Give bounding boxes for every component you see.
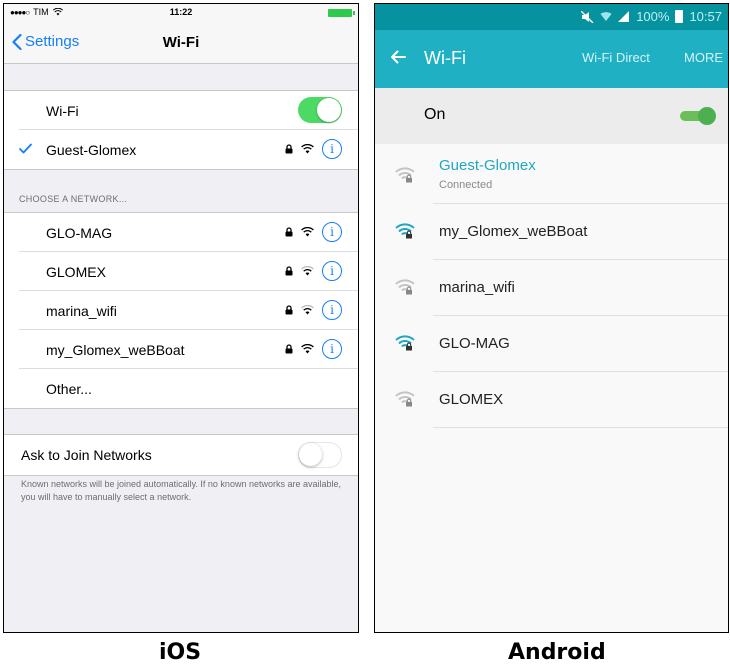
arrow-left-icon[interactable] [389, 48, 407, 66]
network-list: Guest-Glomex Connected my_Glomex_weBBoat… [375, 148, 728, 428]
other-network-row[interactable]: Other... [4, 369, 358, 408]
info-icon[interactable]: i [322, 222, 342, 242]
connected-network-name: Guest-Glomex [46, 141, 137, 158]
network-name: GLOMEX [46, 263, 106, 280]
android-status-bar: 100% 10:57 [375, 4, 728, 30]
ios-status-bar: ●●●●○ TIM 11:22 [4, 4, 358, 22]
android-caption: Android [508, 640, 606, 665]
ios-screen: ●●●●○ TIM 11:22 Settings Wi-Fi Wi-Fi Gue… [3, 3, 359, 633]
battery-percent: 100% [636, 9, 670, 24]
wifi-on-row: On [375, 88, 728, 144]
page-title: Wi-Fi [424, 48, 466, 68]
wifi-signal-icon [301, 227, 314, 237]
wifi-signal-weak-icon [395, 391, 415, 407]
status-time: 11:22 [169, 7, 193, 17]
wifi-signal-weak-icon [395, 167, 415, 183]
wifi-toggle-row: Wi-Fi [4, 91, 358, 130]
network-name: Guest-Glomex [439, 157, 536, 174]
wifi-on-label: On [424, 106, 446, 123]
android-screen: 100% 10:57 Wi-Fi Wi-Fi Direct MORE On Gu… [374, 3, 729, 633]
checkmark-icon [19, 143, 32, 154]
network-row[interactable]: my_Glomex_weBBoat [375, 204, 728, 260]
mute-icon [581, 10, 594, 23]
android-toolbar: Wi-Fi Wi-Fi Direct MORE [375, 30, 728, 88]
info-icon[interactable]: i [322, 300, 342, 320]
wifi-toggle-switch[interactable] [298, 97, 342, 123]
network-row[interactable]: GLO-MAG i [4, 213, 358, 252]
network-name: my_Glomex_weBBoat [439, 223, 588, 240]
wifi-toggle-label: Wi-Fi [46, 102, 79, 119]
network-list: GLO-MAG i GLOMEX i marina_wifi i my_Glom… [4, 212, 358, 409]
ask-to-join-group: Ask to Join Networks [4, 434, 358, 476]
ios-navigation-bar: Settings Wi-Fi [4, 22, 358, 64]
lock-icon [285, 144, 293, 154]
battery-icon [328, 9, 355, 17]
ask-to-join-row: Ask to Join Networks [4, 435, 358, 475]
wifi-signal-strong-icon [395, 223, 415, 239]
status-time: 10:57 [689, 9, 722, 24]
wifi-signal-icon [301, 266, 314, 276]
other-network-label: Other... [46, 380, 92, 397]
lock-icon [285, 344, 293, 354]
ios-caption: iOS [159, 640, 202, 665]
wifi-toggle-switch[interactable] [680, 107, 716, 125]
network-row[interactable]: my_Glomex_weBBoat i [4, 330, 358, 369]
network-row[interactable]: GLOMEX [375, 372, 728, 428]
more-button[interactable]: MORE [684, 50, 723, 65]
network-name: my_Glomex_weBBoat [46, 341, 185, 358]
connected-network-row[interactable]: Guest-Glomex i [4, 130, 358, 169]
wifi-direct-button[interactable]: Wi-Fi Direct [582, 50, 650, 65]
wifi-toggle-group: Wi-Fi Guest-Glomex i [4, 90, 358, 170]
network-name: GLO-MAG [439, 335, 510, 352]
wifi-signal-icon [301, 305, 314, 315]
wifi-signal-icon [301, 344, 314, 354]
wifi-signal-icon [301, 144, 314, 154]
wifi-signal-strong-icon [395, 335, 415, 351]
lock-icon [285, 266, 293, 276]
network-name: marina_wifi [439, 279, 515, 296]
ask-to-join-label: Ask to Join Networks [21, 447, 152, 463]
lock-icon [285, 227, 293, 237]
info-icon[interactable]: i [322, 139, 342, 159]
section-header: CHOOSE A NETWORK... [19, 194, 128, 204]
network-name: marina_wifi [46, 302, 117, 319]
ask-to-join-switch[interactable] [298, 442, 342, 468]
cell-signal-icon [618, 11, 630, 22]
page-title: Wi-Fi [162, 34, 200, 51]
wifi-signal-weak-icon [395, 279, 415, 295]
network-row[interactable]: marina_wifi [375, 260, 728, 316]
network-name: GLOMEX [439, 391, 504, 408]
network-row[interactable]: GLOMEX i [4, 252, 358, 291]
network-row[interactable]: GLO-MAG [375, 316, 728, 372]
info-icon[interactable]: i [322, 339, 342, 359]
network-status: Connected [439, 179, 493, 191]
wifi-status-icon [600, 12, 612, 21]
battery-icon [675, 10, 684, 23]
network-name: GLO-MAG [46, 224, 113, 241]
footer-note: Known networks will be joined automatica… [21, 479, 341, 502]
network-row[interactable]: Guest-Glomex Connected [375, 148, 728, 204]
lock-icon [285, 305, 293, 315]
network-row[interactable]: marina_wifi i [4, 291, 358, 330]
info-icon[interactable]: i [322, 261, 342, 281]
